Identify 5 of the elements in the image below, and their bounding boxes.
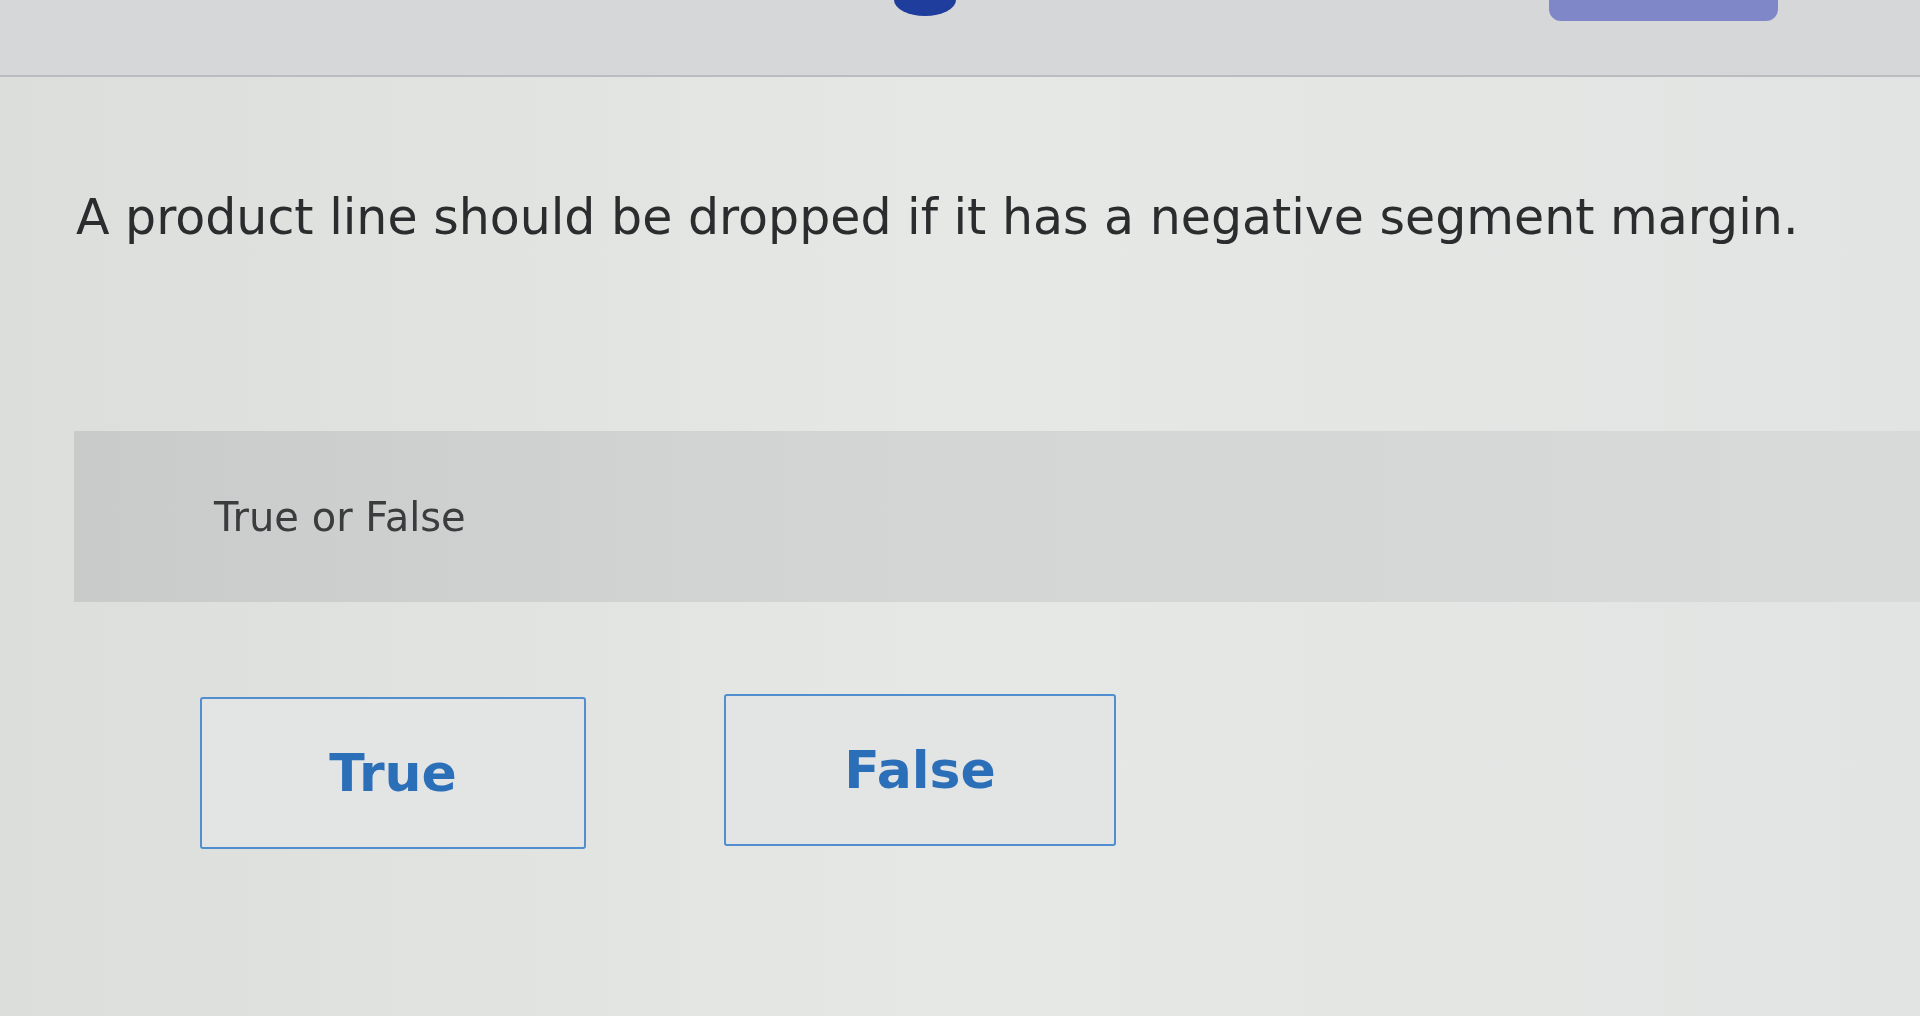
answer-option-button[interactable]: False	[724, 694, 1116, 846]
question-text: A product line should be dropped if it has a negative segment margin.	[76, 188, 1800, 248]
toolbar-button[interactable]	[1549, 0, 1778, 21]
question-type-label: True or False	[214, 493, 466, 540]
answer-option-button[interactable]: True	[200, 697, 586, 849]
